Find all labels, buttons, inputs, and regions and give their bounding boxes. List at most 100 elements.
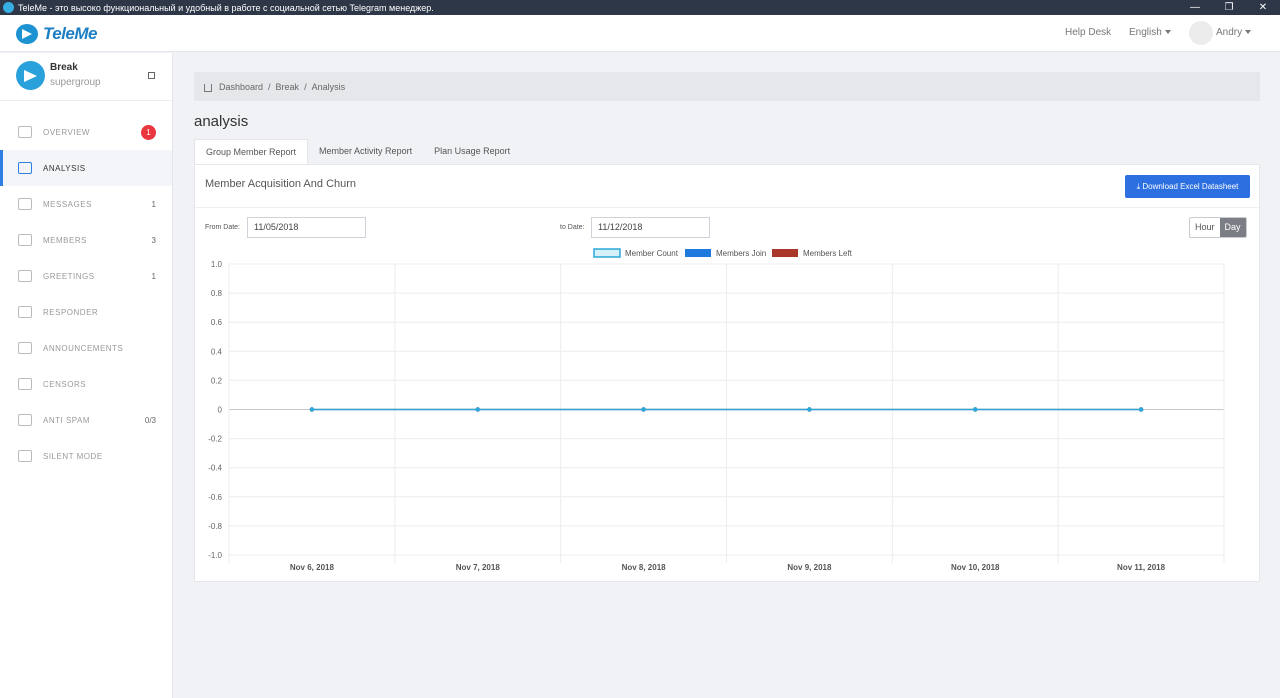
x-tick-label: Nov 10, 2018 [951,563,1000,572]
responder-icon [18,306,32,318]
x-tick-label: Nov 7, 2018 [456,563,501,572]
report-tabs: Group Member Report Member Activity Repo… [194,139,521,164]
y-tick-label: -0.4 [208,464,222,473]
window-titlebar: TeleMe - это высоко функциональный и удо… [0,0,1280,15]
data-point [807,407,812,412]
tab-group-member-report[interactable]: Group Member Report [194,139,309,164]
help-desk-link[interactable]: Help Desk [1065,27,1111,38]
language-dropdown[interactable]: English [1129,27,1171,38]
from-date-input[interactable]: 11/05/2018 [247,217,366,238]
legend-swatch [772,249,798,257]
granularity-toggle: Hour Day [1189,217,1247,238]
hour-button[interactable]: Hour [1190,218,1220,237]
sidebar-item-responder[interactable]: RESPONDER [0,294,172,330]
sidebar-item-label: OVERVIEW [43,127,90,137]
x-tick-label: Nov 11, 2018 [1117,563,1166,572]
group-type: supergroup [50,77,101,88]
y-tick-label: 0.8 [211,289,223,298]
data-point [1138,407,1144,412]
y-tick-label: 0 [218,406,223,415]
sidebar-item-label: MESSAGES [43,199,92,209]
language-label: English [1129,27,1162,38]
sidebar-item-greetings[interactable]: GREETINGS 1 [0,258,172,294]
data-point [973,407,978,412]
sidebar-item-label: CENSORS [43,379,87,389]
close-icon[interactable]: ✕ [1246,0,1280,15]
x-tick-label: Nov 6, 2018 [290,563,335,572]
sidebar-item-anti-spam[interactable]: ANTI SPAM 0/3 [0,402,172,438]
chart-icon [18,162,32,174]
app-icon [3,2,14,13]
book-icon[interactable] [148,72,155,79]
data-point [309,407,315,412]
sidebar-item-messages[interactable]: MESSAGES 1 [0,186,172,222]
sidebar-item-label: MEMBERS [43,235,87,245]
day-button[interactable]: Day [1219,218,1246,237]
divider [195,207,1259,208]
mute-icon [18,450,32,462]
logo-text: TeleMe [43,24,98,43]
minimize-icon[interactable]: — [1178,0,1212,15]
sidebar-item-label: ANALYSIS [43,163,86,173]
sidebar-item-silent-mode[interactable]: SILENT MODE [0,438,172,474]
megaphone-icon [18,342,32,354]
legend-label: Members Join [716,249,766,258]
chevron-down-icon [1164,30,1171,35]
sidebar-item-label: ANTI SPAM [43,415,91,425]
breadcrumb-separator: / [268,81,271,92]
sidebar: Break supergroup OVERVIEW 1 ANALYSIS MESSAG… [0,53,173,698]
legend-swatch [685,249,711,257]
telegram-logo-icon [16,24,38,44]
download-excel-button[interactable]: ⤓ Download Excel Datasheet [1125,175,1250,198]
item-count: 1 [151,271,156,281]
tab-plan-usage-report[interactable]: Plan Usage Report [423,139,521,164]
item-count: 3 [151,235,156,245]
group-card: Break supergroup [0,53,172,101]
home-icon [18,126,32,138]
y-tick-label: 0.4 [211,347,223,356]
window-title: TeleMe - это высоко функциональный и удо… [18,2,434,13]
item-count: 0/3 [144,415,156,425]
sidebar-nav: OVERVIEW 1 ANALYSIS MESSAGES 1 MEMBERS 3 GREETI… [0,114,172,474]
users-icon [18,234,32,246]
x-tick-label: Nov 8, 2018 [622,563,667,572]
breadcrumb-break[interactable]: Break [276,82,300,92]
legend-label: Member Count [625,249,679,258]
breadcrumb-dashboard[interactable]: Dashboard [219,82,263,92]
legend-swatch [593,248,621,258]
y-tick-label: 1.0 [211,260,223,269]
breadcrumb: Dashboard / Break / Analysis [194,72,1260,101]
to-date-label: to Date: [560,224,585,231]
y-tick-label: 0.6 [211,318,223,327]
group-name: Break [50,62,78,73]
panel-title: Member Acquisition And Churn [205,178,357,190]
y-tick-label: -0.8 [208,522,222,531]
logo[interactable]: TeleMe [16,24,98,44]
robot-icon [18,414,32,426]
chat-icon [18,198,32,210]
sidebar-item-censors[interactable]: CENSORS [0,366,172,402]
sidebar-item-announcements[interactable]: ANNOUNCEMENTS [0,330,172,366]
breadcrumb-analysis: Analysis [311,81,346,92]
chevron-down-icon [1245,30,1252,35]
sidebar-item-analysis[interactable]: ANALYSIS [0,150,172,186]
sidebar-item-overview[interactable]: OVERVIEW 1 [0,114,172,150]
legend-label: Members Left [803,249,853,258]
sidebar-item-members[interactable]: MEMBERS 3 [0,222,172,258]
user-dropdown[interactable]: Andry [1216,27,1252,38]
sidebar-item-label: SILENT MODE [43,451,103,461]
data-point [641,407,646,412]
sidebar-item-label: GREETINGS [43,271,95,281]
avatar[interactable] [1189,21,1213,45]
y-tick-label: -0.2 [208,435,222,444]
x-tick-label: Nov 9, 2018 [787,563,832,572]
notification-badge: 1 [141,124,156,140]
restore-icon[interactable]: ❐ [1212,0,1246,15]
breadcrumb-separator: / [304,81,307,92]
scissors-icon [18,378,32,390]
sidebar-item-label: ANNOUNCEMENTS [43,343,124,353]
to-date-input[interactable]: 11/12/2018 [591,217,710,238]
tab-member-activity-report[interactable]: Member Activity Report [308,139,423,164]
user-name: Andry [1216,27,1243,38]
top-header: TeleMe Help Desk English Andry [0,15,1280,52]
